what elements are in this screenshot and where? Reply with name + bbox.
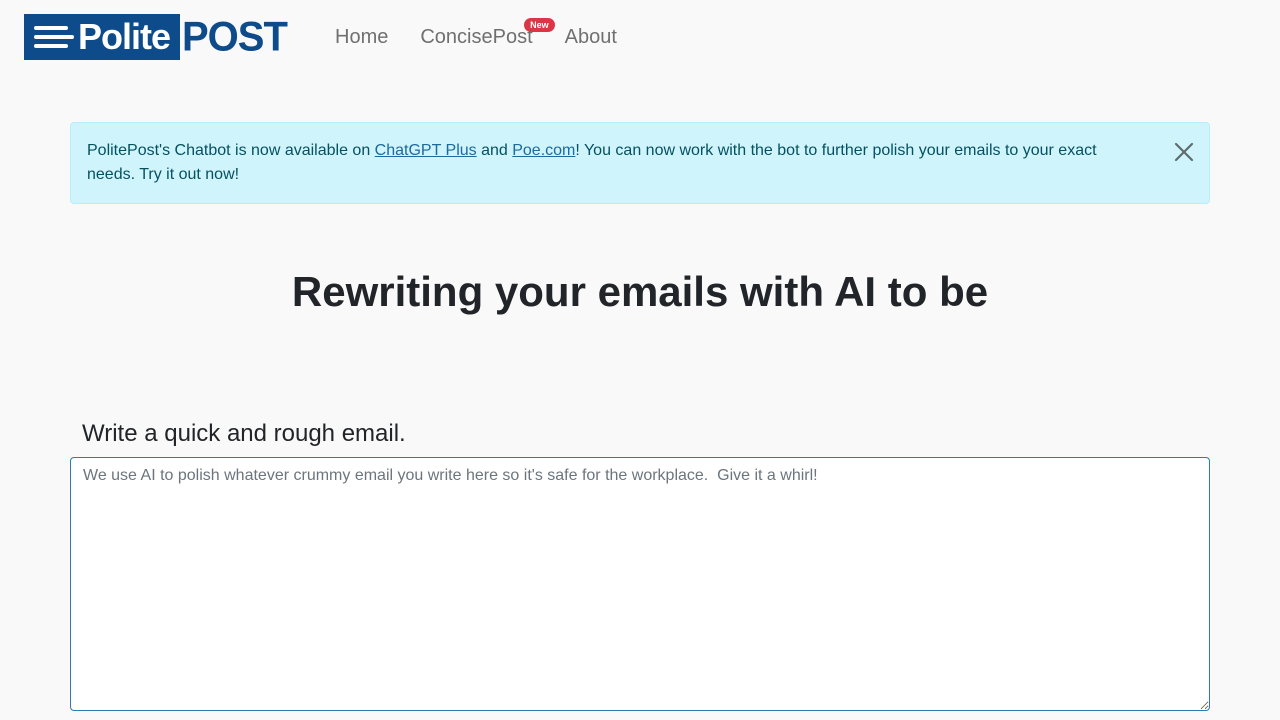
alert-text-before: PolitePost's Chatbot is now available on [87,142,375,159]
close-icon[interactable] [1173,141,1195,163]
email-textarea[interactable] [70,457,1210,711]
logo-right-text: POST [182,13,288,60]
logo-left-text: Polite [78,16,171,57]
alert-text-between: and [476,142,513,159]
chatbot-alert: PolitePost's Chatbot is now available on… [70,122,1210,204]
poe-link[interactable]: Poe.com [512,142,575,159]
logo-left-block: Polite [24,14,180,60]
nav-concisepost-label: ConcisePost [420,26,533,48]
navbar: Polite POST Home ConcisePost New About [0,0,1280,74]
new-badge: New [524,18,555,32]
chatgpt-plus-link[interactable]: ChatGPT Plus [375,142,477,159]
email-input-label: Write a quick and rough email. [82,420,406,447]
nav-home-link[interactable]: Home [335,24,388,50]
logo-bars-icon [34,26,74,48]
hero-title: Rewriting your emails with AI to be [291,268,989,315]
nav-about-link[interactable]: About [565,24,617,50]
main-nav: Home ConcisePost New About [335,18,617,50]
nav-concisepost-link[interactable]: ConcisePost New [420,18,555,50]
politepost-logo[interactable]: Polite POST [24,13,288,60]
